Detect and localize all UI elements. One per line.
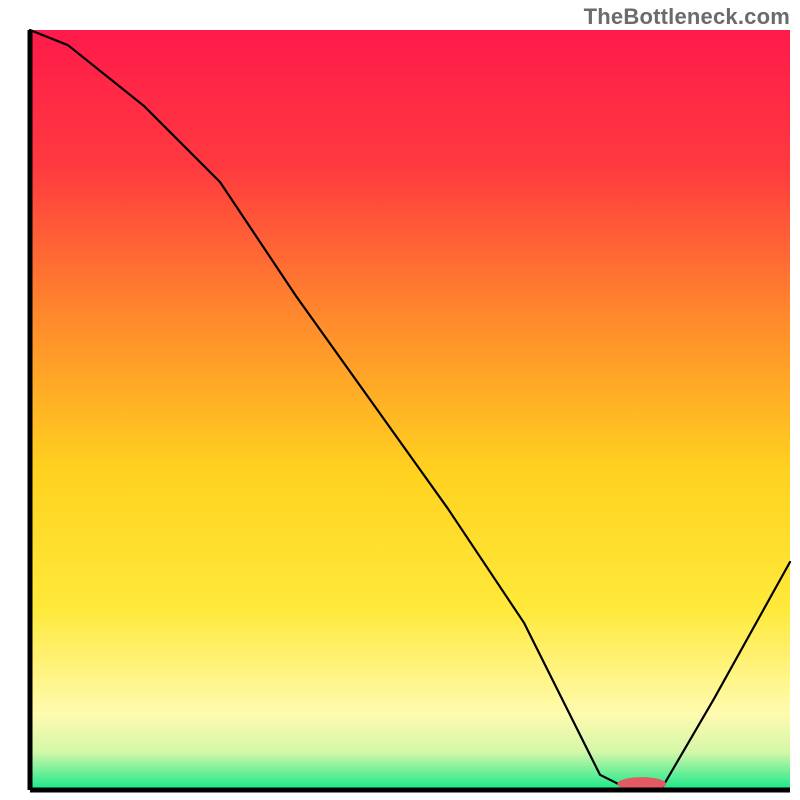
- plot-background: [30, 30, 790, 790]
- chart-svg: [0, 0, 800, 800]
- watermark-text: TheBottleneck.com: [584, 4, 790, 30]
- bottleneck-chart: TheBottleneck.com: [0, 0, 800, 800]
